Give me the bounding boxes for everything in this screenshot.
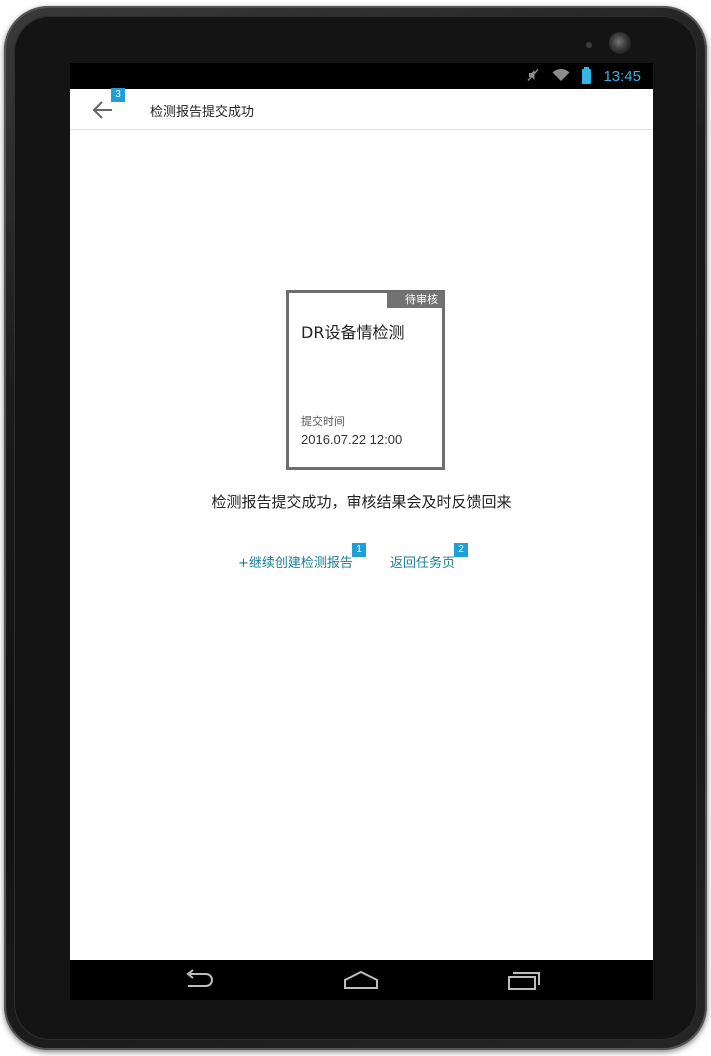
recents-nav-icon <box>508 972 540 990</box>
nav-home-button[interactable] <box>341 968 381 992</box>
continue-create-report-link[interactable]: +继续创建检测报告 <box>238 552 353 571</box>
screen: 13:45 3 检测报告提交成功 待审核 DR设备情检测 提交时间 2016.0… <box>70 63 653 1000</box>
success-message: 检测报告提交成功，审核结果会及时反馈回来 <box>211 493 512 511</box>
page-title: 检测报告提交成功 <box>150 105 255 120</box>
back-nav-icon <box>186 969 213 987</box>
nav-back-button[interactable] <box>178 968 218 992</box>
status-bar: 13:45 <box>70 63 653 89</box>
nav-recents-button[interactable] <box>504 968 544 992</box>
wifi-icon <box>552 68 570 85</box>
camera-lens <box>609 32 631 54</box>
step-badge-back: 3 <box>111 88 125 102</box>
status-clock: 13:45 <box>603 67 641 85</box>
submit-time-label: 提交时间 <box>301 415 345 428</box>
step-badge-return: 2 <box>454 543 468 557</box>
report-title: DR设备情检测 <box>301 323 405 342</box>
navigation-bar <box>70 960 653 1000</box>
return-to-tasks-link[interactable]: 返回任务页 <box>390 552 455 571</box>
report-card[interactable]: 待审核 DR设备情检测 提交时间 2016.07.22 12:00 <box>286 290 445 470</box>
status-badge: 待审核 <box>387 292 443 308</box>
mute-icon <box>526 68 540 85</box>
home-nav-icon <box>344 970 378 989</box>
battery-icon <box>582 66 592 84</box>
light-sensor <box>586 42 592 48</box>
step-badge-continue: 1 <box>352 543 366 557</box>
app-bar: 3 检测报告提交成功 <box>70 88 653 130</box>
submit-time-value: 2016.07.22 12:00 <box>301 432 403 447</box>
